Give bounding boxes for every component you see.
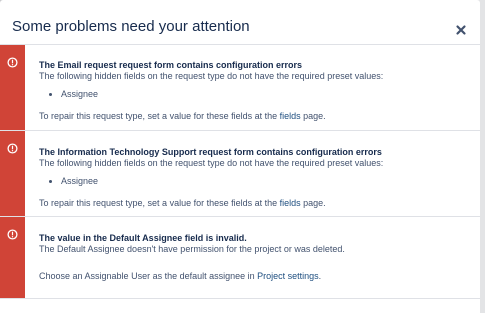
project-settings-link[interactable]: Project settings <box>257 271 319 281</box>
missing-field-item: Assignee <box>61 176 472 187</box>
missing-field-item: Assignee <box>61 89 472 100</box>
error-description: The following hidden fields on the reque… <box>39 158 384 168</box>
repair-instructions: To repair this request type, set a value… <box>39 198 472 209</box>
error-content: The Email request request form contains … <box>39 45 472 122</box>
error-bar <box>0 217 25 298</box>
fields-link[interactable]: fields <box>280 198 301 208</box>
error-item: The Email request request form contains … <box>0 44 480 131</box>
error-heading: The Email request request form contains … <box>39 60 303 70</box>
repair-instructions: To repair this request type, set a value… <box>39 111 472 122</box>
error-bar <box>0 45 25 130</box>
error-description: The Default Assignee doesn't have permis… <box>39 244 345 254</box>
error-item: The Information Technology Support reque… <box>0 131 480 217</box>
repair-prefix: To repair this request type, set a value… <box>39 111 280 121</box>
error-list: The Email request request form contains … <box>0 44 480 299</box>
close-icon <box>456 25 466 35</box>
error-content: The Information Technology Support reque… <box>39 131 472 209</box>
error-content: The value in the Default Assignee field … <box>39 217 472 282</box>
dialog-header: Some problems need your attention <box>0 0 480 40</box>
action-prefix: Choose an Assignable User as the default… <box>39 271 258 281</box>
assignee-instructions: Choose an Assignable User as the default… <box>39 271 472 282</box>
missing-fields-list: Assignee <box>39 176 472 187</box>
repair-suffix: page. <box>300 198 326 208</box>
error-icon <box>7 229 18 240</box>
repair-suffix: page. <box>300 111 326 121</box>
fields-link[interactable]: fields <box>280 111 301 121</box>
error-icon <box>7 143 18 154</box>
error-item: The value in the Default Assignee field … <box>0 217 480 299</box>
repair-prefix: To repair this request type, set a value… <box>39 198 280 208</box>
dialog-title: Some problems need your attention <box>12 18 250 35</box>
missing-fields-list: Assignee <box>39 89 472 100</box>
problems-dialog: Some problems need your attention The Em… <box>0 0 480 313</box>
error-bar <box>0 131 25 216</box>
error-description: The following hidden fields on the reque… <box>39 71 384 81</box>
action-suffix: . <box>318 271 322 281</box>
error-icon <box>7 57 18 68</box>
error-heading: The Information Technology Support reque… <box>39 147 382 157</box>
close-button[interactable] <box>454 23 468 37</box>
error-heading: The value in the Default Assignee field … <box>39 233 247 243</box>
